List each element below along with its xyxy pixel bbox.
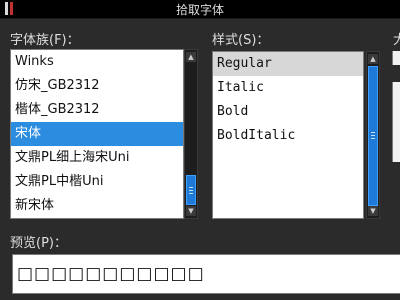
scroll-thumb[interactable] [186,175,196,205]
preview-label: 预览(P)： [10,236,67,251]
size-label: 大 [393,33,400,48]
style-scrollbar[interactable]: ▲ ▼ [366,51,380,219]
preview-box: □□□□□□□□□□□ [12,254,400,294]
title-bar: 拾取字体 [0,0,400,19]
scroll-down-arrow-icon[interactable]: ▼ [186,206,196,216]
style-list[interactable]: Regular Italic Bold BoldItalic [212,51,364,219]
scroll-up-arrow-icon[interactable]: ▲ [368,54,378,64]
font-family-label: 字体族(F)： [10,33,80,48]
scroll-down-arrow-icon[interactable]: ▼ [368,206,378,216]
list-item[interactable]: Bold [213,100,363,124]
window-title: 拾取字体 [175,3,224,17]
size-input[interactable] [392,51,400,65]
font-family-list[interactable]: Winks 仿宋_GB2312 楷体_GB2312 宋体 文鼎PL细上海宋Uni… [10,49,184,219]
list-item[interactable]: 文鼎PL细上海宋Uni [11,146,183,170]
font-family-scrollbar[interactable]: ▲ ▼ [184,49,198,219]
list-item[interactable]: 新宋体 [11,194,183,218]
list-item[interactable]: Winks [11,50,183,74]
list-item-selected[interactable]: Regular [213,52,363,76]
scroll-up-arrow-icon[interactable]: ▲ [186,52,196,62]
style-label: 样式(S)： [212,33,270,48]
list-item[interactable]: BoldItalic [213,124,363,148]
list-item[interactable]: 楷体_GB2312 [11,98,183,122]
scroll-thumb[interactable] [368,66,378,206]
list-item-selected[interactable]: 宋体 [11,122,183,146]
list-item[interactable]: 仿宋_GB2312 [11,74,183,98]
list-item[interactable]: 文鼎PL中楷Uni [11,170,183,194]
size-list[interactable] [392,82,400,162]
list-item[interactable]: Italic [213,76,363,100]
